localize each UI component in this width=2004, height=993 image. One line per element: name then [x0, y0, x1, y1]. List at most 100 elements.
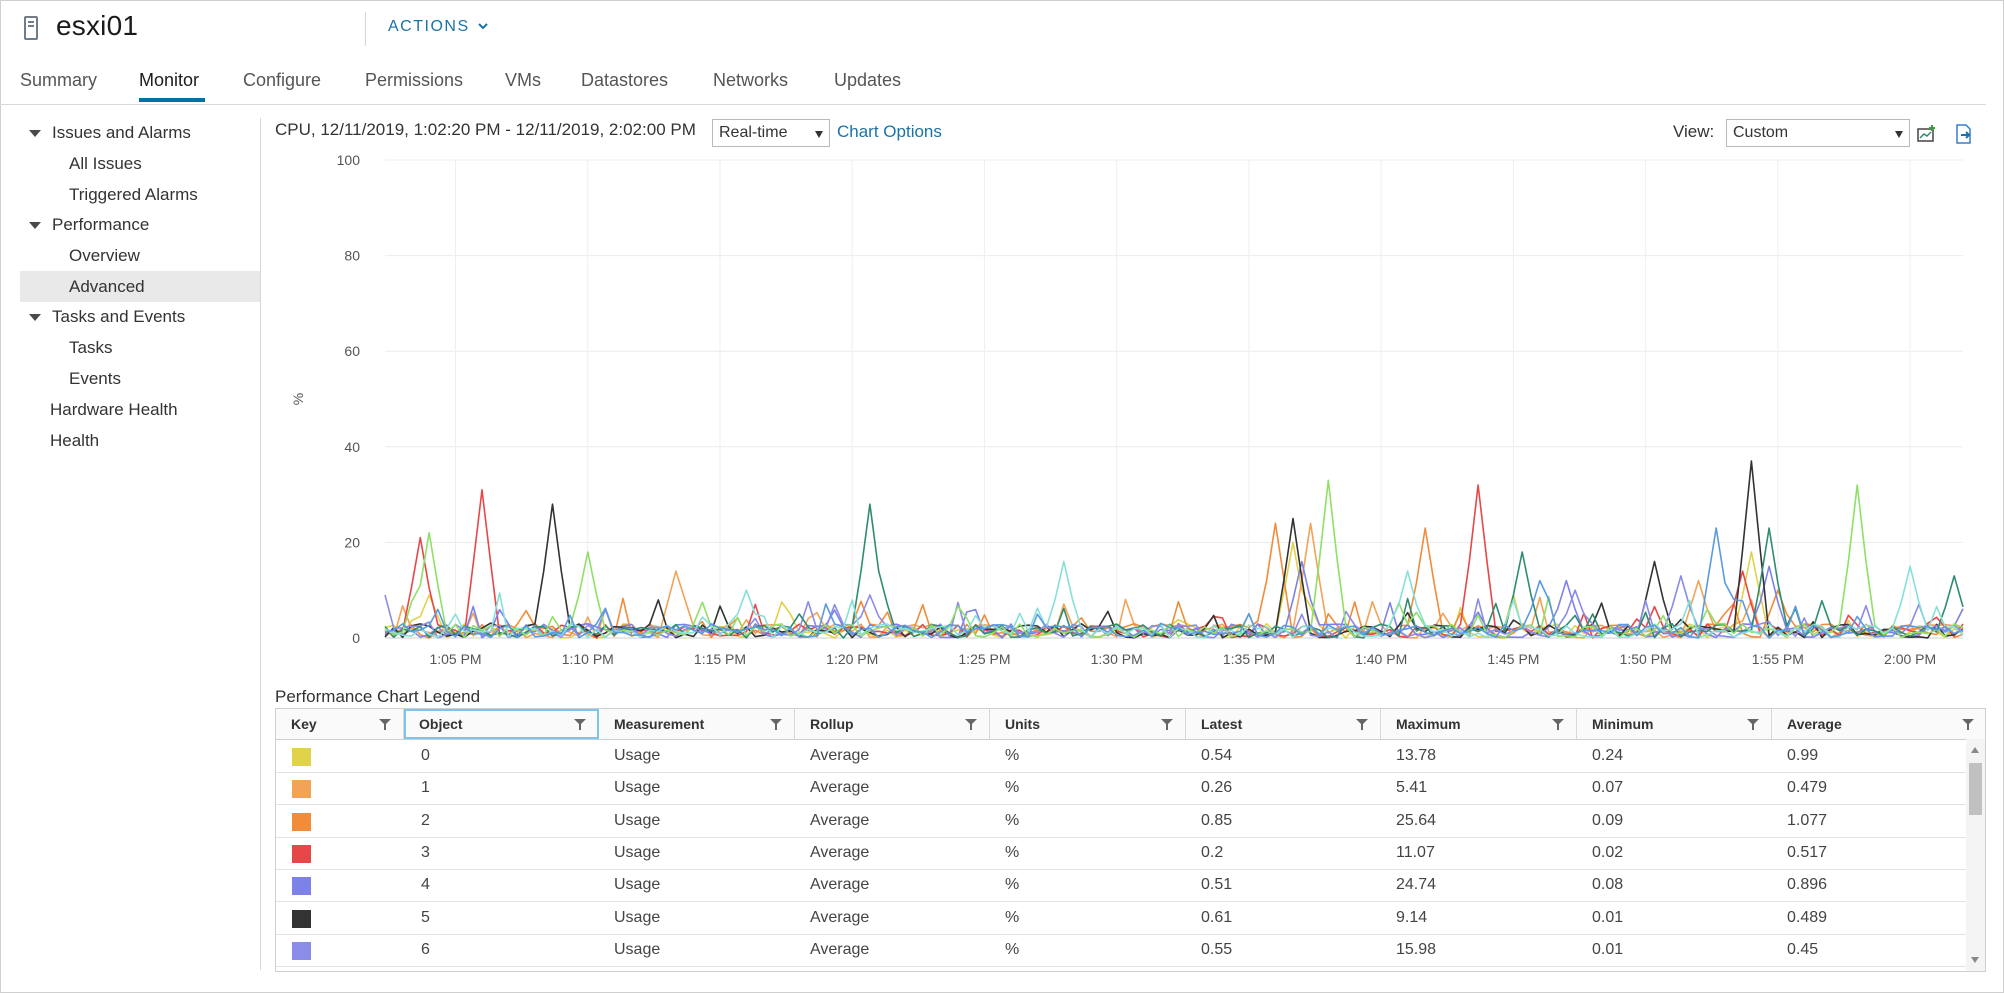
tab-configure[interactable]: Configure	[243, 70, 321, 91]
cell-object: 1	[421, 779, 430, 797]
cell-units: %	[1005, 747, 1020, 764]
sidebar-item-advanced[interactable]: Advanced	[20, 271, 260, 302]
filter-icon[interactable]	[1161, 719, 1173, 730]
y-tick-label: 60	[344, 343, 360, 359]
view-select-value: Custom	[1733, 124, 1789, 141]
legend-header-row: Key Object Measurement Rollup Units Late…	[276, 709, 1985, 740]
cell-minimum: 0.08	[1592, 876, 1624, 894]
series-line	[384, 527, 1964, 639]
cell-rollup: Average	[810, 876, 870, 894]
legend-scrollbar[interactable]	[1966, 739, 1985, 971]
filter-icon[interactable]	[1962, 719, 1974, 730]
table-row[interactable]: 3 Usage Average% 0.2 11.07 0.02 0.517	[276, 837, 1966, 870]
caret-down-icon[interactable]	[29, 314, 41, 321]
cell-object: 4	[421, 876, 430, 894]
cell-rollup: Average	[810, 747, 870, 764]
sidebar-item-hardware-health[interactable]: Hardware Health	[50, 400, 178, 420]
caret-down-icon[interactable]	[29, 130, 41, 137]
cell-latest: 0.26	[1201, 779, 1233, 797]
caret-down-icon[interactable]	[29, 222, 41, 229]
tab-updates[interactable]: Updates	[834, 70, 901, 91]
sidebar-item-events[interactable]: Events	[69, 369, 121, 389]
cell-object: 0	[421, 747, 430, 764]
scrollbar-thumb[interactable]	[1969, 763, 1982, 815]
x-tick-label: 1:50 PM	[1620, 651, 1672, 667]
active-tab-indicator	[139, 98, 205, 102]
key-color-swatch	[292, 877, 311, 896]
table-row[interactable]: 5 Usage Average% 0.61 9.14 0.01 0.489	[276, 902, 1966, 935]
tab-datastores[interactable]: Datastores	[581, 70, 668, 91]
sidebar-item-health[interactable]: Health	[50, 431, 99, 451]
sidebar-item-overview[interactable]: Overview	[69, 246, 140, 266]
cell-minimum: 0.01	[1592, 908, 1624, 926]
cell-average: 1.077	[1787, 811, 1828, 829]
filter-icon[interactable]	[770, 719, 782, 730]
tab-summary[interactable]: Summary	[20, 70, 97, 91]
sidebar-item-triggered-alarms[interactable]: Triggered Alarms	[69, 185, 198, 205]
cell-units: %	[1005, 876, 1020, 894]
key-color-swatch	[292, 941, 311, 960]
cell-maximum: 15.98	[1396, 940, 1437, 958]
cell-minimum: 0.02	[1592, 843, 1624, 861]
x-tick-label: 1:05 PM	[429, 651, 481, 667]
cell-latest: 0.51	[1201, 876, 1233, 894]
sidebar-group-performance[interactable]: Performance	[52, 215, 149, 235]
tab-monitor[interactable]: Monitor	[139, 70, 199, 91]
sidebar-group-tasks-and-events[interactable]: Tasks and Events	[52, 307, 185, 327]
scroll-down-icon[interactable]	[1971, 957, 1979, 963]
y-tick-label: 0	[352, 630, 360, 646]
cell-maximum: 11.07	[1396, 843, 1435, 861]
cell-measurement: Usage	[614, 747, 661, 764]
table-row[interactable]: 2 Usage Average% 0.85 25.64 0.09 1.077	[276, 805, 1966, 838]
filter-icon[interactable]	[574, 719, 586, 730]
column-header-minimum[interactable]: Minimum	[1577, 709, 1772, 739]
cell-units: %	[1005, 940, 1020, 958]
column-header-key[interactable]: Key	[276, 709, 404, 739]
column-header-average[interactable]: Average	[1772, 709, 1985, 739]
table-row[interactable]: 1 Usage Average% 0.26 5.41 0.07 0.479	[276, 772, 1966, 806]
y-tick-label: 40	[344, 439, 360, 455]
period-select[interactable]: Real-time	[712, 119, 830, 147]
monitor-sidebar: Issues and Alarms All Issues Triggered A…	[20, 118, 261, 970]
column-header-maximum[interactable]: Maximum	[1381, 709, 1577, 739]
cell-measurement: Usage	[614, 876, 661, 894]
key-color-swatch	[292, 812, 311, 831]
filter-icon[interactable]	[1747, 719, 1759, 730]
filter-icon[interactable]	[379, 719, 391, 730]
cell-latest: 0.2	[1201, 843, 1224, 861]
tab-vms[interactable]: VMs	[505, 70, 541, 91]
cell-rollup: Average	[810, 843, 870, 861]
sidebar-item-tasks[interactable]: Tasks	[69, 338, 112, 358]
column-header-rollup[interactable]: Rollup	[795, 709, 990, 739]
scroll-up-icon[interactable]	[1971, 747, 1979, 753]
sidebar-item-all-issues[interactable]: All Issues	[69, 154, 142, 174]
tab-permissions[interactable]: Permissions	[365, 70, 463, 91]
y-axis-label: %	[290, 393, 306, 405]
cell-rollup: Average	[810, 908, 870, 926]
filter-icon[interactable]	[965, 719, 977, 730]
table-row[interactable]: 4 Usage Average% 0.51 24.74 0.08 0.896	[276, 869, 1966, 903]
tab-networks[interactable]: Networks	[713, 70, 788, 91]
cell-average: 0.489	[1787, 908, 1828, 926]
export-icon[interactable]	[1953, 123, 1975, 145]
filter-icon[interactable]	[1552, 719, 1564, 730]
chart-options-link[interactable]: Chart Options	[837, 122, 942, 142]
table-row[interactable]: 6 Usage Average% 0.55 15.98 0.01 0.45	[276, 934, 1966, 967]
filter-icon[interactable]	[1356, 719, 1368, 730]
series-line	[384, 541, 1964, 639]
column-header-units[interactable]: Units	[990, 709, 1186, 739]
column-header-measurement[interactable]: Measurement	[599, 709, 795, 739]
actions-menu-button[interactable]: ACTIONS	[388, 18, 488, 36]
y-tick-label: 80	[344, 248, 360, 264]
view-select[interactable]: Custom	[1726, 119, 1910, 147]
sidebar-group-issues-and-alarms[interactable]: Issues and Alarms	[52, 123, 191, 143]
series-line	[384, 522, 1964, 639]
view-label: View:	[1673, 122, 1715, 141]
cell-object: 3	[421, 843, 430, 861]
column-header-object[interactable]: Object	[404, 709, 599, 739]
new-chart-icon[interactable]	[1916, 123, 1938, 145]
cell-units: %	[1005, 779, 1020, 797]
cell-measurement: Usage	[614, 940, 661, 958]
column-header-latest[interactable]: Latest	[1186, 709, 1381, 739]
table-row[interactable]: 0 Usage Average% 0.54 13.78 0.24 0.99	[276, 740, 1966, 773]
